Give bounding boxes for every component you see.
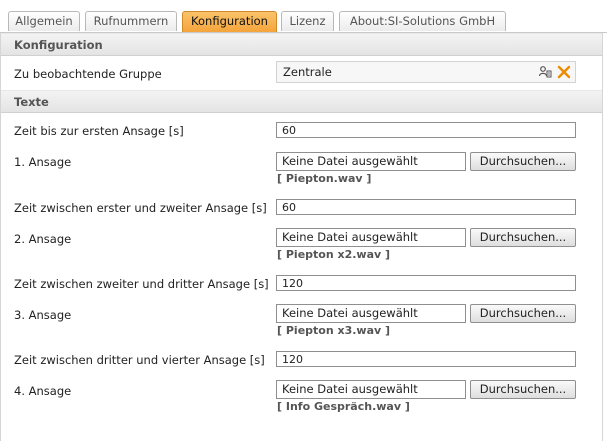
config-panel: Konfiguration Zu beobachtende Gruppe Zen… [0,33,603,441]
section-header-texte: Texte [1,90,602,113]
delay4-input[interactable] [276,351,576,367]
ann3-current-file: [ Piepton x3.wav ] [277,324,391,337]
ann4-current-file: [ Info Gespräch.wav ] [277,400,410,413]
delay2-input[interactable] [276,199,576,215]
ann2-file-input[interactable]: Keine Datei ausgewählt [276,228,466,247]
ann3-browse-button[interactable]: Durchsuchen... [470,304,576,323]
group-label: Zu beobachtende Gruppe [14,67,162,81]
delay3-label: Zeit zwischen zweiter und dritter Ansage… [14,277,269,291]
ann3-file-input[interactable]: Keine Datei ausgewählt [276,304,466,323]
tab-konfiguration[interactable]: Konfiguration [182,11,277,32]
ann4-browse-button[interactable]: Durchsuchen... [470,380,576,399]
delay3-input[interactable] [276,275,576,291]
delay1-label: Zeit bis zur ersten Ansage [s] [14,124,184,138]
ann1-browse-button[interactable]: Durchsuchen... [470,152,576,171]
ann2-browse-button[interactable]: Durchsuchen... [470,228,576,247]
tab-allgemein[interactable]: Allgemein [8,11,80,31]
section-header-konfiguration: Konfiguration [1,33,602,56]
ann2-label: 2. Ansage [14,232,72,246]
ann1-current-file: [ Piepton.wav ] [277,172,372,185]
ann1-file-input[interactable]: Keine Datei ausgewählt [276,152,466,171]
group-select-field[interactable]: Zentrale [276,61,576,83]
tab-lizenz[interactable]: Lizenz [281,11,334,31]
ann3-label: 3. Ansage [14,308,72,322]
ann4-file-input[interactable]: Keine Datei ausgewählt [276,380,466,399]
tab-bar: Allgemein Rufnummern Konfiguration Lizen… [0,6,607,33]
delay2-label: Zeit zwischen erster und zweiter Ansage … [14,201,267,215]
ann2-current-file: [ Piepton x2.wav ] [277,248,391,261]
clear-x-icon[interactable] [557,65,571,79]
tab-rufnummern[interactable]: Rufnummern [85,11,177,31]
ann4-label: 4. Ansage [14,384,72,398]
group-value: Zentrale [283,65,332,79]
tab-about[interactable]: About:SI-Solutions GmbH [339,11,506,31]
ann1-label: 1. Ansage [14,155,72,169]
delay4-label: Zeit zwischen dritter und vierter Ansage… [14,353,265,367]
user-group-select-icon[interactable] [538,65,552,79]
delay1-input[interactable] [276,122,576,138]
